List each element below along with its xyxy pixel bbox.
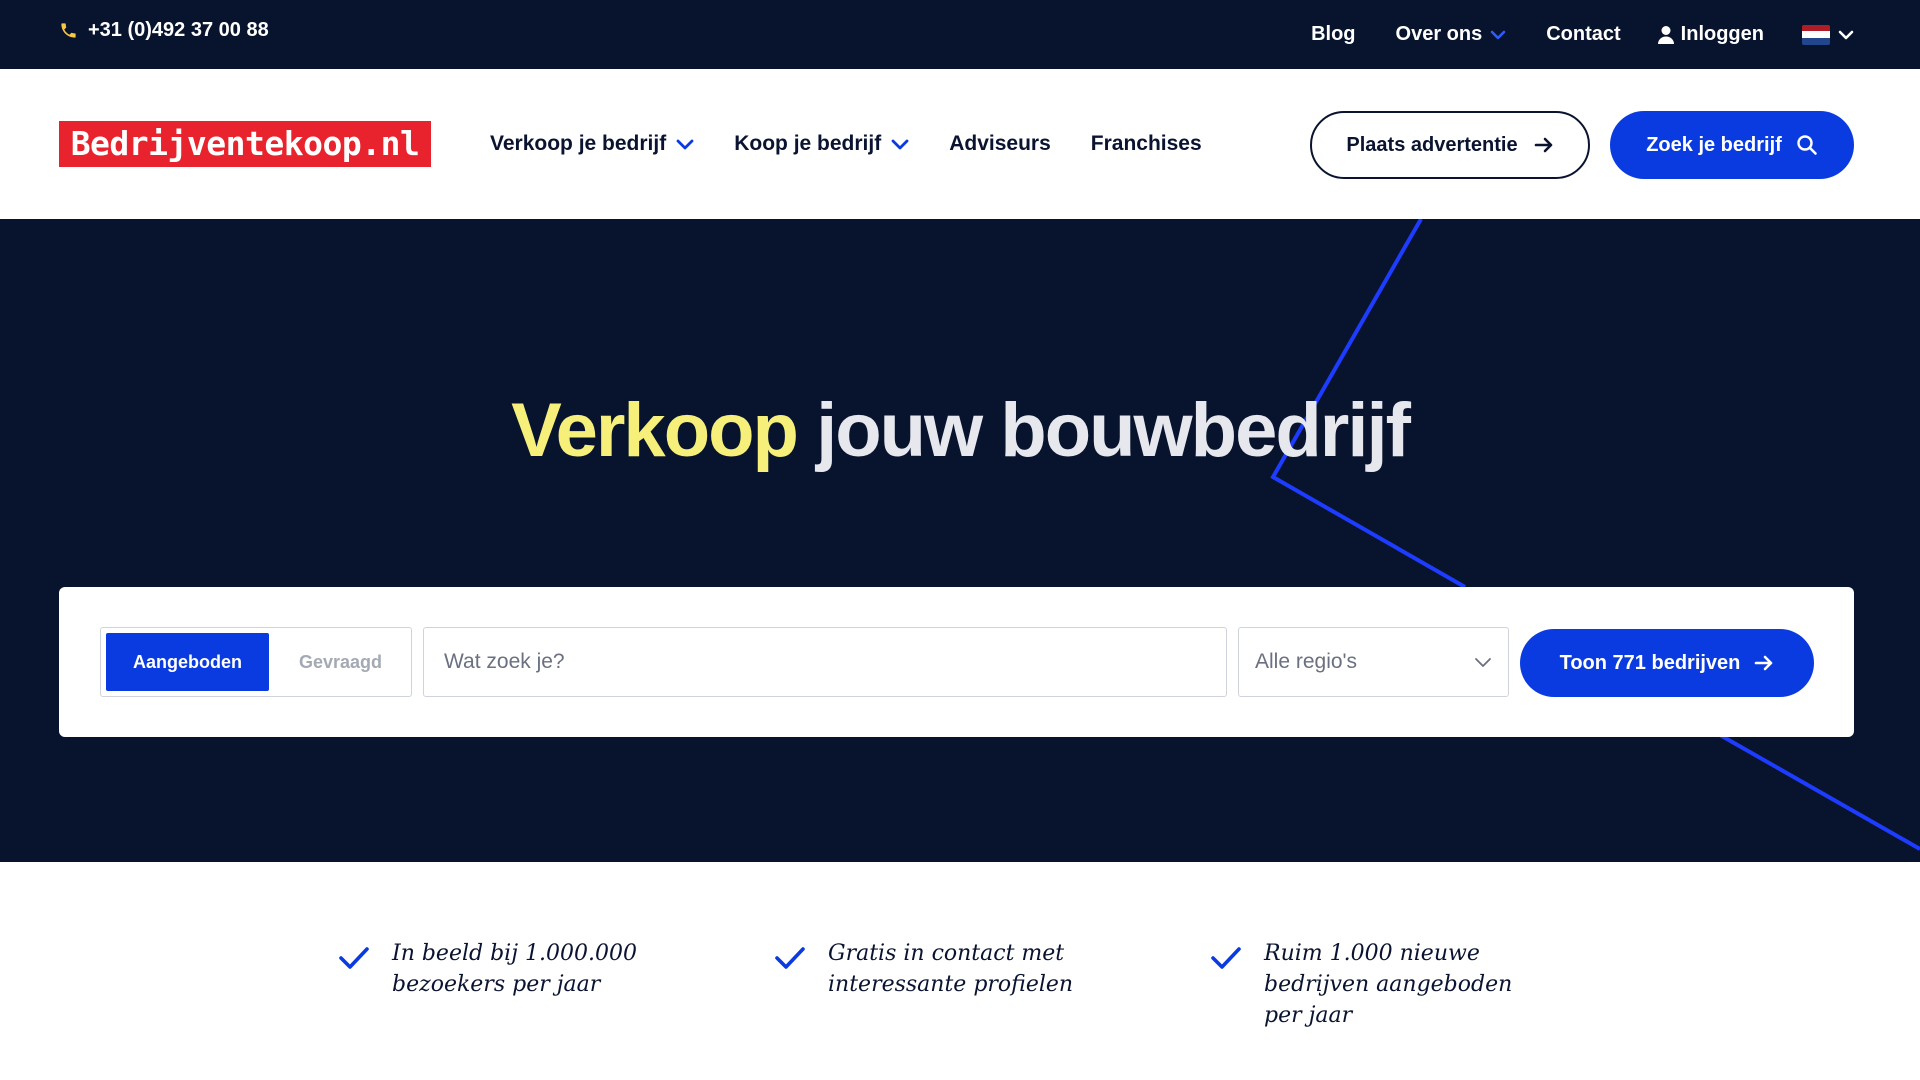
nav-advisors-label: Adviseurs bbox=[949, 132, 1051, 155]
offer-type-toggle: Aangeboden Gevraagd bbox=[100, 627, 412, 697]
check-icon bbox=[1211, 947, 1241, 969]
check-icon bbox=[339, 947, 369, 969]
nav-buy-business[interactable]: Koop je bedrijf bbox=[734, 132, 909, 156]
usp-text: In beeld bij 1.000.000 bezoekers per jaa… bbox=[392, 941, 637, 997]
user-icon bbox=[1657, 25, 1674, 44]
nav-franchises[interactable]: Franchises bbox=[1091, 132, 1202, 156]
place-ad-label: Plaats advertentie bbox=[1346, 133, 1518, 156]
nav-advisors[interactable]: Adviseurs bbox=[949, 132, 1051, 156]
search-icon bbox=[1797, 135, 1817, 155]
login-label: Inloggen bbox=[1680, 23, 1764, 45]
chevron-down-icon bbox=[1475, 657, 1491, 667]
chevron-down-icon bbox=[891, 139, 909, 149]
decorative-lines bbox=[1270, 219, 1920, 851]
main-nav: Verkoop je bedrijf Koop je bedrijf Advis… bbox=[490, 69, 1202, 219]
usp-text: Gratis in contact met interessante profi… bbox=[828, 941, 1074, 997]
arrow-right-icon bbox=[1534, 137, 1552, 153]
logo-text: Bedrijventekoop.nl bbox=[70, 124, 420, 163]
site-logo[interactable]: Bedrijventekoop.nl bbox=[59, 121, 431, 167]
nav-buy-label: Koop je bedrijf bbox=[734, 132, 882, 155]
top-nav-about[interactable]: Over ons bbox=[1396, 23, 1507, 46]
login-link[interactable]: Inloggen bbox=[1657, 23, 1764, 46]
chevron-down-icon bbox=[676, 139, 694, 149]
hero-section: Verkoop jouw bouwbedrijf Aangeboden Gevr… bbox=[0, 219, 1920, 862]
chevron-down-icon bbox=[1838, 30, 1854, 39]
find-business-label: Zoek je bedrijf bbox=[1646, 133, 1782, 156]
region-select[interactable]: Alle regio's bbox=[1238, 627, 1509, 697]
top-nav-contact-label: Contact bbox=[1546, 23, 1621, 45]
top-nav: Blog Over ons Contact Inloggen bbox=[1311, 0, 1854, 69]
language-selector[interactable] bbox=[1802, 24, 1854, 45]
chevron-down-icon bbox=[1490, 30, 1506, 39]
top-nav-contact[interactable]: Contact bbox=[1546, 23, 1620, 46]
search-input[interactable] bbox=[423, 627, 1227, 697]
nav-sell-label: Verkoop je bedrijf bbox=[490, 132, 667, 155]
arrow-right-icon bbox=[1755, 655, 1773, 671]
hero-title-rest: jouw bouwbedrijf bbox=[816, 388, 1411, 473]
phone-icon bbox=[61, 23, 76, 38]
nav-sell-business[interactable]: Verkoop je bedrijf bbox=[490, 132, 694, 156]
show-results-label: Toon 771 bedrijven bbox=[1559, 651, 1741, 674]
tab-offered[interactable]: Aangeboden bbox=[106, 633, 269, 691]
usp-item: In beeld bij 1.000.000 bezoekers per jaa… bbox=[338, 938, 682, 1000]
main-header: Bedrijventekoop.nl Verkoop je bedrijf Ko… bbox=[0, 69, 1920, 219]
find-business-button[interactable]: Zoek je bedrijf bbox=[1610, 111, 1854, 179]
check-icon bbox=[775, 947, 805, 969]
flag-nl-icon bbox=[1802, 24, 1830, 45]
tab-wanted[interactable]: Gevraagd bbox=[273, 633, 408, 691]
usp-text: Ruim 1.000 nieuwe bedrijven aangeboden p… bbox=[1264, 941, 1513, 1028]
top-bar: +31 (0)492 37 00 88 Blog Over ons Contac… bbox=[0, 0, 1920, 69]
top-nav-blog-label: Blog bbox=[1311, 23, 1356, 45]
region-select-value: Alle regio's bbox=[1255, 650, 1358, 673]
top-nav-blog[interactable]: Blog bbox=[1311, 23, 1355, 46]
search-panel: Aangeboden Gevraagd Alle regio's Toon 77… bbox=[59, 587, 1854, 737]
usp-item: Gratis in contact met interessante profi… bbox=[774, 938, 1118, 1000]
place-ad-button[interactable]: Plaats advertentie bbox=[1310, 111, 1590, 179]
nav-franchises-label: Franchises bbox=[1090, 132, 1202, 155]
hero-title-highlight: Verkoop bbox=[511, 388, 799, 473]
phone-number[interactable]: +31 (0)492 37 00 88 bbox=[59, 19, 269, 42]
usp-item: Ruim 1.000 nieuwe bedrijven aangeboden p… bbox=[1210, 938, 1554, 1031]
usp-section: In beeld bij 1.000.000 bezoekers per jaa… bbox=[0, 862, 1920, 1080]
phone-label: +31 (0)492 37 00 88 bbox=[88, 19, 269, 41]
top-nav-about-label: Over ons bbox=[1395, 23, 1483, 45]
hero-title: Verkoop jouw bouwbedrijf bbox=[0, 387, 1920, 474]
show-results-button[interactable]: Toon 771 bedrijven bbox=[1520, 629, 1814, 697]
